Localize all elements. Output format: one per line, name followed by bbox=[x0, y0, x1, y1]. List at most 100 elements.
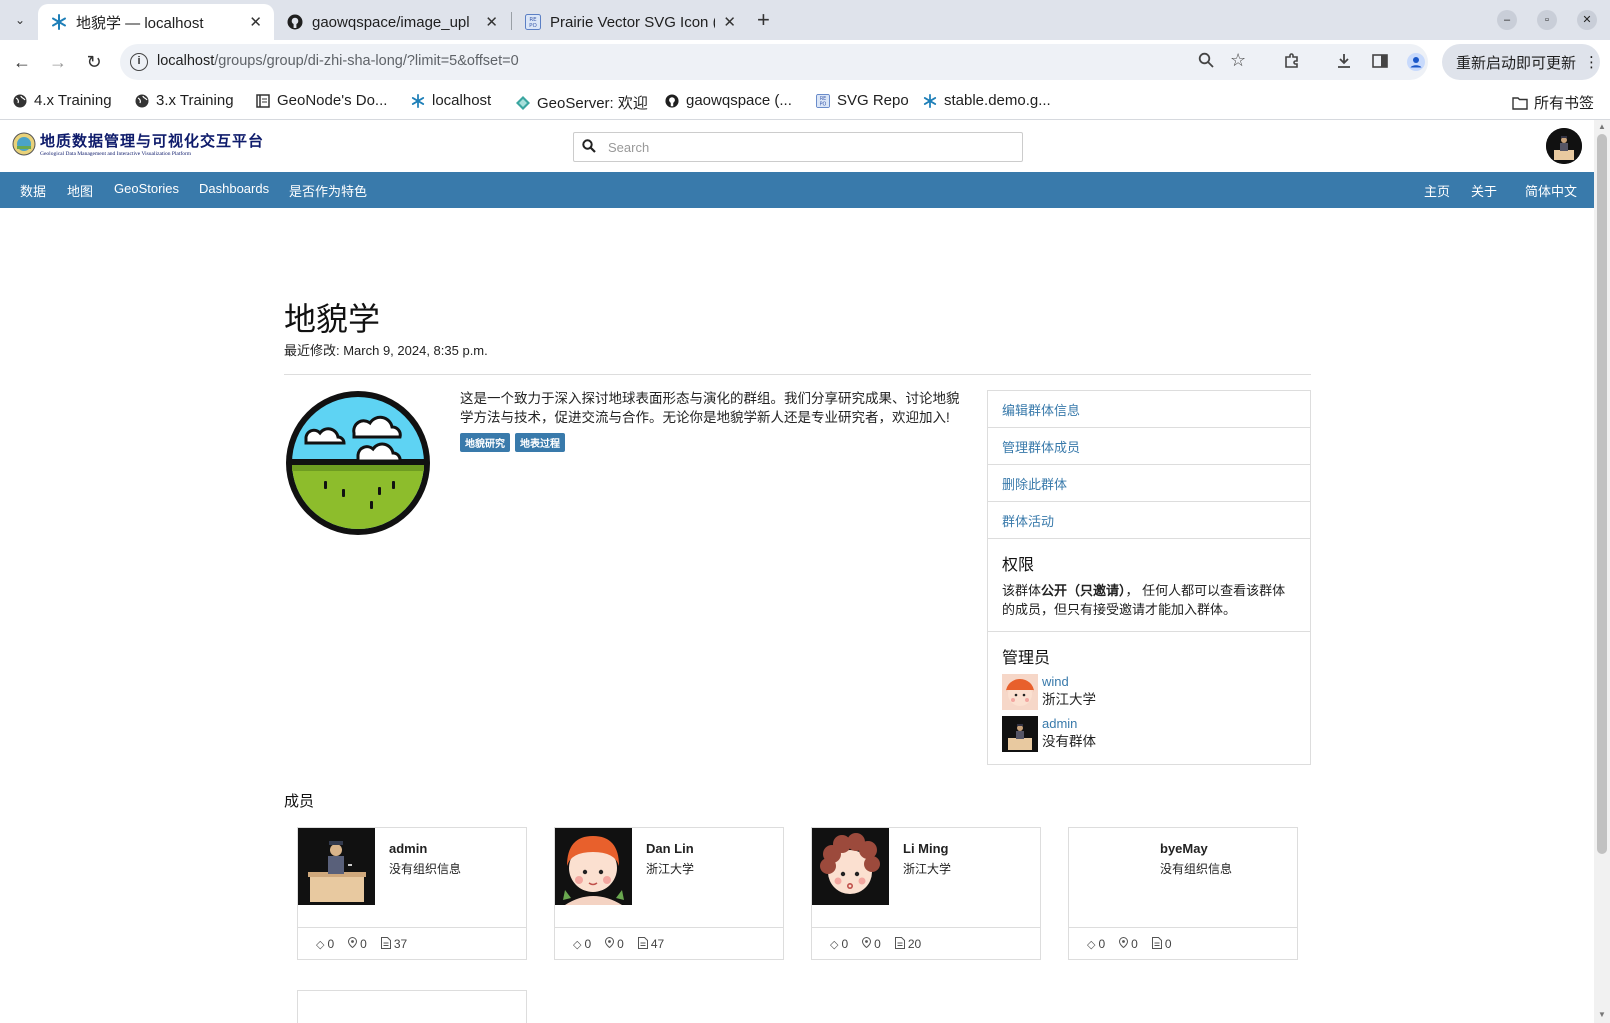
bookmark-localhost[interactable]: localhost bbox=[410, 92, 491, 109]
back-arrow-icon[interactable]: ← bbox=[10, 50, 34, 74]
tab-github[interactable]: gaowqspace/image_upl ✕ bbox=[274, 4, 510, 40]
avatar[interactable] bbox=[298, 828, 375, 905]
layers-count[interactable]: ◇ 0 bbox=[1087, 937, 1105, 951]
avatar[interactable] bbox=[555, 828, 632, 905]
layer-diamond-icon: ◇ bbox=[830, 938, 839, 951]
search-input[interactable] bbox=[608, 137, 1008, 157]
reload-icon[interactable]: ↻ bbox=[82, 50, 106, 74]
tab-group-page[interactable]: 地貌学 — localhost ✕ bbox=[38, 4, 274, 40]
layer-diamond-icon: ◇ bbox=[316, 938, 325, 951]
member-name[interactable]: admin bbox=[389, 841, 427, 856]
documents-value: 37 bbox=[393, 937, 408, 951]
scroll-up-icon[interactable]: ▲ bbox=[1598, 122, 1606, 131]
maps-count[interactable]: 0 bbox=[605, 936, 624, 951]
maps-count[interactable]: 0 bbox=[1119, 936, 1138, 951]
nav-home[interactable]: 主页 bbox=[1424, 181, 1450, 200]
close-tab-icon[interactable]: ✕ bbox=[485, 13, 498, 31]
close-window-icon[interactable]: ✕ bbox=[1577, 10, 1597, 30]
bookmark-github[interactable]: gaowqspace (... bbox=[664, 92, 792, 109]
svgrepo-icon: RE PO bbox=[815, 93, 831, 109]
keyword-tag[interactable]: 地貌研究 bbox=[460, 433, 510, 452]
nav-featured[interactable]: 是否作为特色 bbox=[289, 181, 367, 200]
member-org: 浙江大学 bbox=[646, 862, 695, 876]
bookmark-star-icon[interactable]: ☆ bbox=[1230, 50, 1246, 71]
member-name[interactable]: Dan Lin bbox=[646, 841, 694, 856]
documents-count[interactable]: 37 bbox=[380, 936, 408, 952]
url-text[interactable]: localhost/groups/group/di-zhi-sha-long/?… bbox=[157, 53, 519, 69]
maps-count[interactable]: 0 bbox=[348, 936, 367, 951]
avatar[interactable] bbox=[812, 828, 889, 905]
member-card[interactable]: byeMay 没有组织信息 ◇ 0 0 0 bbox=[1068, 827, 1298, 960]
member-name[interactable]: Li Ming bbox=[903, 841, 949, 856]
bookmark-stable-demo[interactable]: stable.demo.g... bbox=[922, 92, 1051, 109]
bookmark-geonode-docs[interactable]: GeoNode's Do... bbox=[255, 92, 387, 109]
bookmark-label: 4.x Training bbox=[34, 92, 112, 109]
layers-value: 0 bbox=[327, 937, 335, 951]
edit-group-link[interactable]: 编辑群体信息 bbox=[988, 391, 1310, 428]
layers-count[interactable]: ◇ 0 bbox=[316, 937, 334, 951]
search-icon[interactable] bbox=[582, 139, 596, 156]
page-scrollbar[interactable]: ▲ ▼ bbox=[1594, 120, 1610, 1023]
profile-icon[interactable] bbox=[1405, 52, 1427, 77]
nav-language[interactable]: 简体中文 bbox=[1525, 181, 1577, 200]
document-icon bbox=[1151, 936, 1162, 952]
nav-dashboards[interactable]: Dashboards bbox=[199, 181, 269, 196]
manage-members-link[interactable]: 管理群体成员 bbox=[988, 428, 1310, 465]
group-description: 这是一个致力于深入探讨地球表面形态与演化的群组。我们分享研究成果、讨论地貌学方法… bbox=[460, 391, 960, 425]
zoom-icon[interactable] bbox=[1198, 52, 1214, 73]
tab-svgrepo[interactable]: RE PO Prairie Vector SVG Icon ( ✕ bbox=[512, 4, 748, 40]
bookmark-svg-repo[interactable]: RE PO SVG Repo bbox=[815, 92, 909, 109]
member-card-partial[interactable] bbox=[297, 990, 527, 1023]
manager-name[interactable]: wind bbox=[1042, 674, 1096, 690]
member-card[interactable]: Li Ming 浙江大学 ◇ 0 0 20 bbox=[811, 827, 1041, 960]
close-tab-icon[interactable]: ✕ bbox=[249, 13, 262, 31]
member-stats: ◇ 0 0 20 bbox=[812, 927, 1040, 960]
bookmark-3x-training[interactable]: 3.x Training bbox=[134, 92, 234, 109]
address-bar[interactable]: i localhost/groups/group/di-zhi-sha-long… bbox=[120, 44, 1428, 80]
nav-maps[interactable]: 地图 bbox=[67, 181, 93, 200]
download-icon[interactable] bbox=[1333, 52, 1355, 75]
permissions-prefix: 该群体 bbox=[1002, 583, 1042, 598]
avatar[interactable] bbox=[1002, 716, 1038, 752]
bookmark-4x-training[interactable]: 4.x Training bbox=[12, 92, 112, 109]
group-activity-link[interactable]: 群体活动 bbox=[988, 502, 1310, 539]
member-card[interactable]: admin 没有组织信息 ◇ 0 0 37 bbox=[297, 827, 527, 960]
member-card[interactable]: Dan Lin 浙江大学 ◇ 0 0 47 bbox=[554, 827, 784, 960]
extensions-icon[interactable] bbox=[1281, 52, 1303, 75]
layers-count[interactable]: ◇ 0 bbox=[573, 937, 591, 951]
site-info-icon[interactable]: i bbox=[130, 53, 148, 71]
user-avatar[interactable] bbox=[1546, 128, 1582, 164]
nav-about[interactable]: 关于 bbox=[1471, 181, 1497, 200]
documents-count[interactable]: 47 bbox=[637, 936, 664, 952]
nav-data[interactable]: 数据 bbox=[20, 181, 46, 200]
keyword-tag[interactable]: 地表过程 bbox=[515, 433, 565, 452]
bookmark-geoserver[interactable]: GeoServer: 欢迎 bbox=[515, 92, 648, 113]
side-panel-icon[interactable] bbox=[1369, 52, 1391, 75]
nav-geostories[interactable]: GeoStories bbox=[114, 181, 179, 196]
manager-name[interactable]: admin bbox=[1042, 716, 1096, 732]
scrollbar-thumb[interactable] bbox=[1597, 134, 1607, 854]
group-side-panel: 编辑群体信息 管理群体成员 删除此群体 群体活动 权限 该群体公开（只邀请）， … bbox=[987, 390, 1311, 765]
all-bookmarks-folder[interactable]: 所有书签 bbox=[1512, 92, 1594, 113]
map-marker-icon bbox=[348, 936, 358, 951]
delete-group-link[interactable]: 删除此群体 bbox=[988, 465, 1310, 502]
minimize-icon[interactable]: – bbox=[1497, 10, 1517, 30]
close-tab-icon[interactable]: ✕ bbox=[723, 13, 736, 31]
restore-icon[interactable]: ▫ bbox=[1537, 10, 1557, 30]
avatar[interactable] bbox=[1002, 674, 1038, 710]
manager-org: 浙江大学 bbox=[1042, 692, 1096, 707]
member-name[interactable]: byeMay bbox=[1160, 841, 1208, 856]
documents-value: 0 bbox=[1164, 937, 1172, 951]
documents-count[interactable]: 0 bbox=[1151, 936, 1172, 952]
maps-count[interactable]: 0 bbox=[862, 936, 881, 951]
restart-to-update-button[interactable]: 重新启动即可更新 ⋮ bbox=[1442, 44, 1600, 80]
tab-search-chevron-icon[interactable]: ⌄ bbox=[8, 8, 32, 32]
layers-count[interactable]: ◇ 0 bbox=[830, 937, 848, 951]
site-logo[interactable]: 地质数据管理与可视化交互平台 Geological Data Managemen… bbox=[12, 130, 264, 157]
new-tab-button[interactable]: + bbox=[757, 7, 770, 33]
documents-count[interactable]: 20 bbox=[894, 936, 921, 952]
forward-arrow-icon[interactable]: → bbox=[46, 50, 70, 74]
manager-item: wind 浙江大学 bbox=[1002, 674, 1296, 710]
logo-title: 地质数据管理与可视化交互平台 bbox=[40, 132, 265, 150]
scroll-down-icon[interactable]: ▼ bbox=[1598, 1010, 1606, 1019]
